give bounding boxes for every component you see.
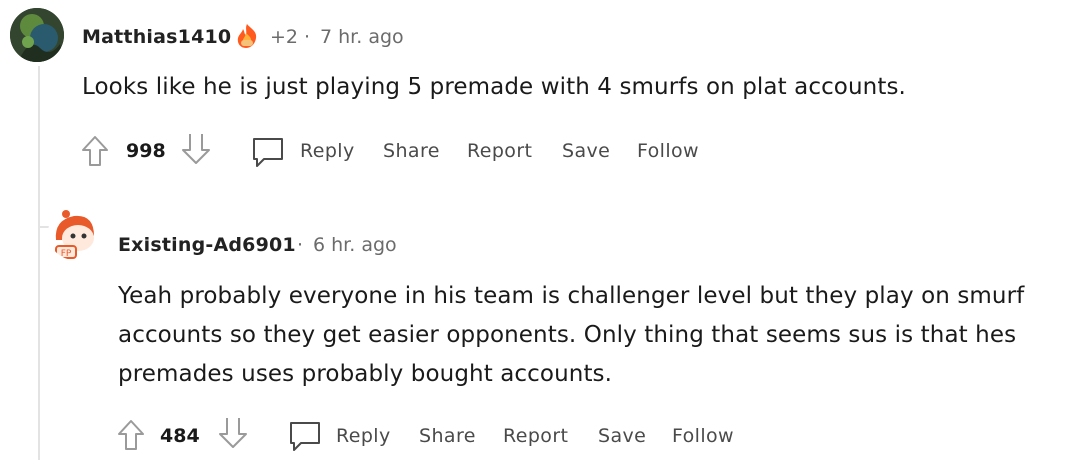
follow-button[interactable]: Follow <box>672 425 734 447</box>
upvote-icon[interactable] <box>80 134 110 168</box>
fire-hand-award-icon[interactable] <box>234 23 260 49</box>
avatar[interactable]: FP <box>48 206 102 260</box>
comment-body: Yeah probably everyone in his team is ch… <box>118 277 1024 394</box>
vote-count: 484 <box>160 425 200 447</box>
meta-separator: · <box>304 26 311 48</box>
comment-reply-icon[interactable] <box>250 134 286 170</box>
report-button[interactable]: Report <box>503 425 568 447</box>
comment-reply-icon[interactable] <box>287 418 323 454</box>
svg-text:FP: FP <box>61 249 72 259</box>
meta-separator: · <box>297 234 304 256</box>
upvote-icon[interactable] <box>116 418 146 452</box>
downvote-icon[interactable] <box>217 416 249 450</box>
share-button[interactable]: Share <box>383 140 440 162</box>
reply-button[interactable]: Reply <box>336 425 391 447</box>
comment-timestamp[interactable]: 7 hr. ago <box>320 26 404 48</box>
save-button[interactable]: Save <box>598 425 646 447</box>
snoo-avatar-icon: FP <box>48 206 102 260</box>
comment-author[interactable]: Matthias1410 <box>82 26 231 48</box>
thread-line <box>38 66 40 460</box>
reply-button[interactable]: Reply <box>300 140 355 162</box>
avatar[interactable] <box>10 8 64 62</box>
comment-body-line: premades uses probably bought accounts. <box>118 361 613 387</box>
comment-body-line: Yeah probably everyone in his team is ch… <box>118 283 1025 309</box>
award-count[interactable]: +2 <box>270 26 298 48</box>
follow-button[interactable]: Follow <box>637 140 699 162</box>
downvote-icon[interactable] <box>180 132 212 166</box>
vote-count: 998 <box>126 140 166 162</box>
report-button[interactable]: Report <box>467 140 532 162</box>
comment-author[interactable]: Existing-Ad6901 <box>118 234 296 256</box>
comment-body: Looks like he is just playing 5 premade … <box>82 74 906 100</box>
share-button[interactable]: Share <box>419 425 476 447</box>
comment-body-line: accounts so they get easier opponents. O… <box>118 322 1017 348</box>
comment-timestamp[interactable]: 6 hr. ago <box>313 234 397 256</box>
save-button[interactable]: Save <box>562 140 610 162</box>
avatar-image-icon <box>10 8 64 62</box>
